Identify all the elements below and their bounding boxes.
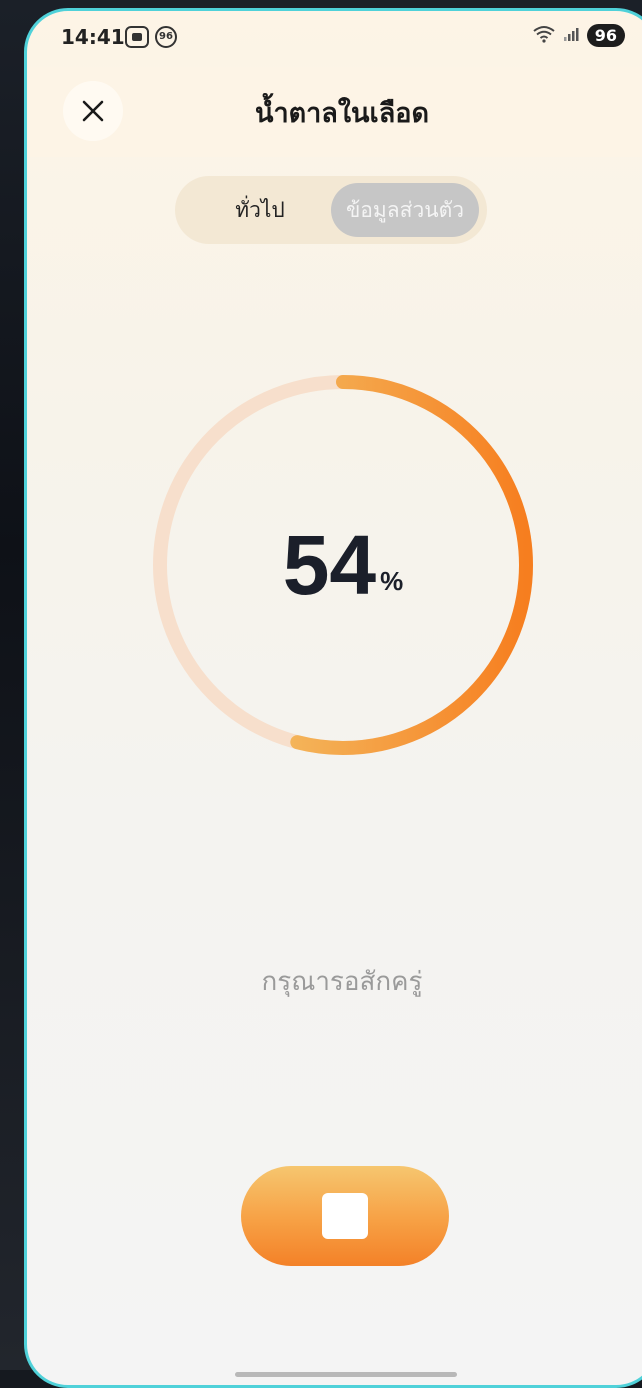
header: น้ำตาลในเลือด [27,67,642,157]
home-indicator[interactable] [235,1372,457,1377]
battery-icon: 96 [586,24,625,47]
phone-screen: 14:41 96 96 น้ำตาลในเลือด ทั่วไป ข้อมูลส… [24,8,642,1388]
wifi-icon [533,25,555,47]
signal-icon [563,26,579,46]
status-time: 14:41 [61,25,125,49]
progress-readout: 54 % [151,373,535,757]
progress-unit: % [380,565,404,596]
tab-general[interactable]: ทั่วไป [185,183,335,237]
stop-icon [322,1193,368,1239]
page-title: น้ำตาลในเลือด [254,98,430,129]
status-bar: 14:41 96 96 [27,11,642,67]
progress-value: 54 [282,517,377,612]
stop-button[interactable] [241,1166,449,1266]
tab-switcher: ทั่วไป ข้อมูลส่วนตัว [175,176,487,244]
status-message: กรุณารอสักครู่ [261,967,423,997]
status-indicators: 96 [533,24,625,47]
tab-personal-info[interactable]: ข้อมูลส่วนตัว [331,183,479,237]
notification-count-icon: 96 [155,26,177,48]
screen-record-icon [125,26,149,48]
